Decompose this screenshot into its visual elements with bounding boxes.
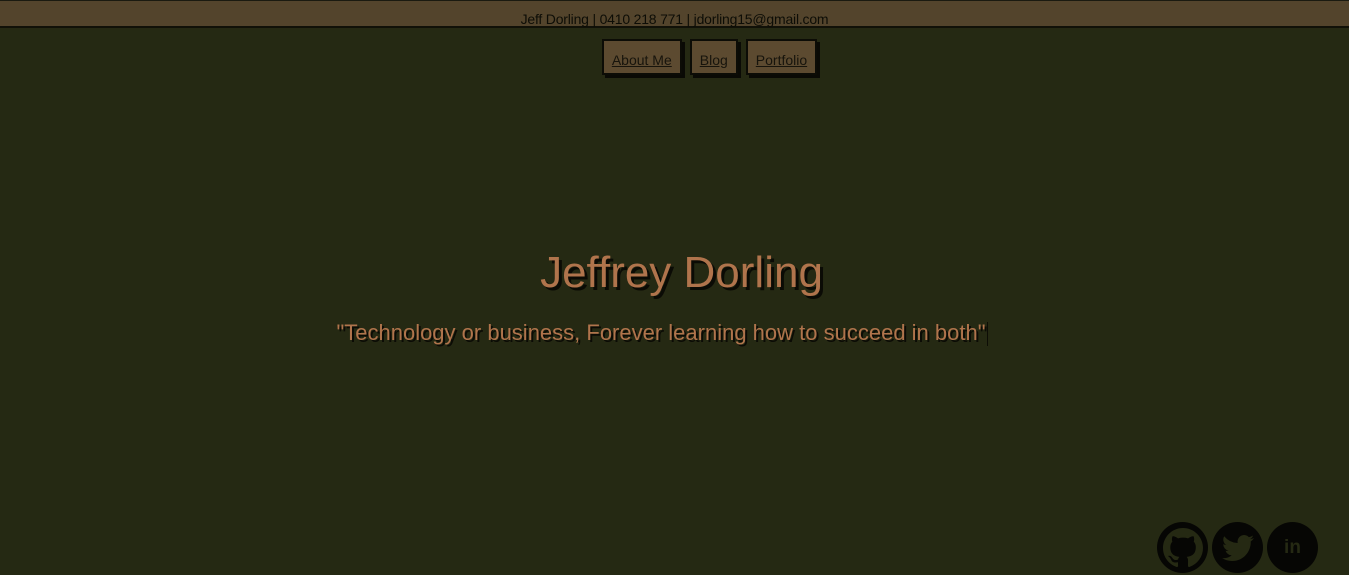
hero-title: Jeffrey Dorling (540, 248, 823, 297)
github-logo (1162, 527, 1203, 567)
hero-tagline: "Technology or business, Forever learnin… (336, 320, 986, 345)
contact-bar: Jeff Dorling | 0410 218 771 | jdorling15… (0, 0, 1349, 28)
twitter-logo (1221, 534, 1254, 561)
contact-email[interactable]: jdorling15@gmail.com (694, 11, 829, 27)
contact-separator: | (588, 11, 600, 27)
twitter-icon[interactable] (1212, 522, 1263, 573)
contact-name: Jeff Dorling (520, 11, 589, 27)
contact-separator: | (682, 11, 694, 27)
linkedin-label: in (1284, 536, 1301, 558)
nav-portfolio-button[interactable]: Portfolio (745, 39, 818, 75)
main-nav: About Me Blog Portfolio (0, 39, 1349, 75)
social-links: in (1157, 522, 1318, 574)
typing-caret (986, 322, 988, 347)
nav-button-group: About Me Blog Portfolio (598, 39, 821, 75)
nav-blog-button[interactable]: Blog (689, 39, 738, 75)
contact-phone: 0410 218 771 (599, 11, 683, 27)
github-icon[interactable] (1157, 522, 1208, 573)
nav-about-me-button[interactable]: About Me (601, 39, 682, 75)
linkedin-icon[interactable]: in (1267, 522, 1318, 573)
hero-tagline-wrap: "Technology or business, Forever learnin… (0, 320, 1349, 347)
